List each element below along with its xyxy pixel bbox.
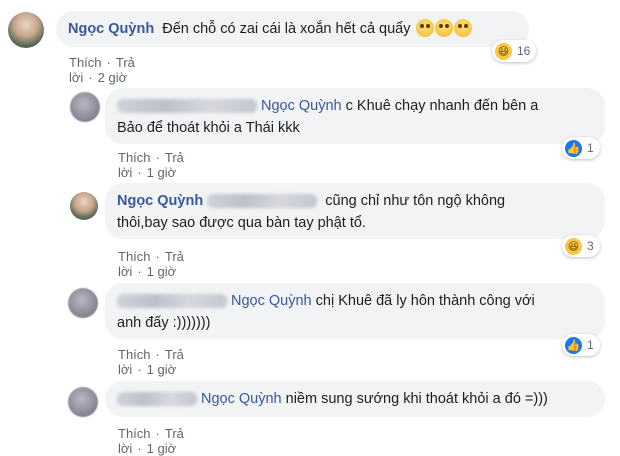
haha-icon: 😆 bbox=[565, 237, 582, 255]
separator: · bbox=[155, 249, 160, 264]
avatar[interactable] bbox=[70, 92, 100, 122]
reaction-summary[interactable]: 😆 16 bbox=[492, 40, 537, 62]
reaction-summary[interactable]: 👍 1 bbox=[562, 137, 600, 159]
timestamp[interactable]: 2 giờ bbox=[98, 70, 128, 85]
comment-bubble: Ngọc Quỳnh cũng chỉ như tôn ngộ không th… bbox=[105, 183, 605, 239]
separator: · bbox=[137, 264, 142, 279]
blurred-author-name bbox=[117, 294, 227, 309]
comment-text-line1: c Khuê chạy nhanh đến bên a bbox=[341, 98, 539, 114]
author-name[interactable]: Ngọc Quỳnh bbox=[68, 21, 154, 37]
blurred-author-name bbox=[117, 392, 197, 407]
avatar[interactable] bbox=[68, 387, 98, 417]
reaction-summary[interactable]: 👍 1 bbox=[562, 334, 600, 356]
comment-text-line2: Bảo để thoát khỏi a Thái kkk bbox=[117, 120, 300, 136]
like-link[interactable]: Thích bbox=[118, 150, 151, 165]
separator: · bbox=[106, 55, 111, 70]
comment-actions: Thích · Trả lời · 1 giờ bbox=[118, 150, 184, 180]
blurred-author-name bbox=[117, 99, 257, 114]
comment-text-line1: chị Khuê đã ly hôn thành công với bbox=[311, 293, 535, 309]
avatar[interactable] bbox=[68, 288, 98, 318]
timestamp[interactable]: 1 giờ bbox=[147, 264, 177, 279]
comment-bubble: Ngọc Quỳnh niềm sung sướng khi thoát khỏ… bbox=[105, 381, 605, 417]
like-link[interactable]: Thích bbox=[118, 347, 151, 362]
timestamp[interactable]: 1 giờ bbox=[147, 362, 177, 377]
comment-actions: Thích · Trả lời · 1 giờ bbox=[118, 347, 184, 377]
reaction-count: 16 bbox=[517, 44, 531, 58]
comment-text-line2: anh đấy :))))))) bbox=[117, 315, 211, 331]
avatar[interactable] bbox=[8, 12, 44, 48]
comment-bubble: Ngọc Quỳnh c Khuê chạy nhanh đến bên a B… bbox=[105, 88, 605, 144]
comment-bubble: Ngọc Quỳnh chị Khuê đã ly hôn thành công… bbox=[105, 283, 605, 339]
comment-actions: Thích · Trả lời · 2 giờ bbox=[69, 55, 135, 85]
avatar[interactable] bbox=[70, 192, 98, 220]
reaction-summary[interactable]: 😆 3 bbox=[562, 235, 600, 257]
reaction-count: 3 bbox=[587, 239, 594, 253]
astonished-face-icon bbox=[415, 19, 434, 37]
haha-icon: 😆 bbox=[495, 42, 512, 60]
mention-link[interactable]: Ngọc Quỳnh bbox=[231, 293, 312, 309]
like-link[interactable]: Thích bbox=[69, 55, 102, 70]
comment-bubble: Ngọc Quỳnh Đến chỗ có zai cái là xoắn hế… bbox=[56, 11, 529, 47]
separator: · bbox=[88, 70, 93, 85]
comment-text: niềm sung sướng khi thoát khỏi a đó =))) bbox=[281, 391, 548, 407]
separator: · bbox=[155, 426, 160, 441]
separator: · bbox=[155, 347, 160, 362]
separator: · bbox=[137, 362, 142, 377]
comment-actions: Thích · Trả lời · 1 giờ bbox=[118, 426, 184, 456]
author-name[interactable]: Ngọc Quỳnh bbox=[117, 193, 203, 209]
comment-text-line1: cũng chỉ như tôn ngộ không bbox=[321, 193, 506, 209]
reaction-count: 1 bbox=[587, 141, 594, 155]
separator: · bbox=[137, 441, 142, 456]
reaction-count: 1 bbox=[587, 338, 594, 352]
like-link[interactable]: Thích bbox=[118, 426, 151, 441]
blurred-tag bbox=[207, 194, 318, 209]
mention-link[interactable]: Ngọc Quỳnh bbox=[261, 98, 342, 114]
mention-link[interactable]: Ngọc Quỳnh bbox=[201, 391, 282, 407]
timestamp[interactable]: 1 giờ bbox=[147, 441, 177, 456]
separator: · bbox=[155, 150, 160, 165]
timestamp[interactable]: 1 giờ bbox=[147, 165, 177, 180]
astonished-face-icon bbox=[453, 19, 472, 37]
thumbs-up-icon: 👍 bbox=[565, 336, 582, 354]
separator: · bbox=[137, 165, 142, 180]
comment-actions: Thích · Trả lời · 1 giờ bbox=[118, 249, 184, 279]
thumbs-up-icon: 👍 bbox=[565, 139, 582, 157]
like-link[interactable]: Thích bbox=[118, 249, 151, 264]
astonished-face-icon bbox=[434, 19, 453, 37]
comment-text: Đến chỗ có zai cái là xoắn hết cả quẩy bbox=[162, 21, 411, 37]
comment-text-line2: thôi,bay sao được qua bàn tay phật tổ. bbox=[117, 215, 366, 231]
